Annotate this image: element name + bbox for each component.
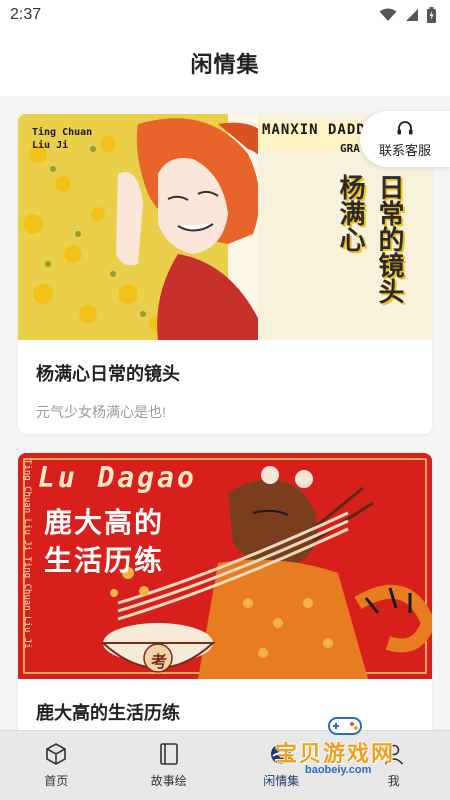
- cover-bowl-text: 考: [151, 652, 168, 671]
- cover-side-text: Ting Chuan Liu Ji Ting Chuan Liu Ji: [22, 459, 32, 649]
- signal-icon: [406, 9, 418, 21]
- status-bar: 2:37: [0, 0, 450, 30]
- nav-home-label: 首页: [44, 774, 69, 788]
- card-description: 元气少女杨满心是也!: [36, 404, 166, 420]
- content-feed[interactable]: Ting Chuan Liu Ji MANXIN DADDY GRA 杨满心 日…: [0, 96, 450, 730]
- page-title: 闲情集: [190, 52, 260, 77]
- book-icon: [159, 743, 178, 765]
- nav-home[interactable]: 首页: [11, 742, 101, 789]
- cover-corner-line-2: Liu Ji: [32, 140, 69, 151]
- nav-stories[interactable]: 故事绘: [124, 742, 214, 789]
- battery-icon: [427, 7, 436, 23]
- status-time: 2:37: [10, 6, 42, 23]
- cover-heading-cn-1: 鹿大高的: [44, 506, 165, 539]
- card-title: 杨满心日常的镜头: [36, 364, 180, 384]
- cube-icon: [46, 743, 67, 765]
- cover-heading-cn-2: 生活历练: [44, 544, 165, 577]
- card-cover-image: Lu Dagao 鹿大高的 生活历练 Ting Chuan Liu Ji Tin…: [18, 453, 432, 679]
- app-header: 闲情集: [0, 30, 450, 96]
- watermark: 宝贝游戏网 baobeiy.com: [265, 712, 450, 782]
- customer-service-button[interactable]: 联系客服: [360, 111, 450, 167]
- gamepad-icon: [328, 717, 362, 735]
- wifi-icon: [379, 8, 397, 21]
- cover-heading-en: Lu Dagao: [38, 461, 197, 494]
- watermark-url: baobeiy.com: [305, 764, 372, 776]
- cover-banner-text-2: GRA: [340, 142, 360, 155]
- story-card[interactable]: Ting Chuan Liu Ji MANXIN DADDY GRA 杨满心 日…: [18, 114, 432, 434]
- cover-corner-text: Ting Chuan Liu Ji: [32, 126, 92, 152]
- customer-service-label: 联系客服: [378, 142, 431, 158]
- cover-vertical-name: 杨满心: [336, 174, 366, 252]
- status-icons: [379, 7, 436, 23]
- nav-stories-label: 故事绘: [150, 774, 187, 788]
- story-card[interactable]: Lu Dagao 鹿大高的 生活历练 Ting Chuan Liu Ji Tin…: [18, 453, 432, 730]
- cover-vertical-title: 日常的镜头: [375, 174, 405, 304]
- cover-banner-text: MANXIN DADDY: [262, 122, 376, 138]
- headset-icon: [397, 120, 413, 134]
- cover-corner-line-1: Ting Chuan: [32, 127, 93, 138]
